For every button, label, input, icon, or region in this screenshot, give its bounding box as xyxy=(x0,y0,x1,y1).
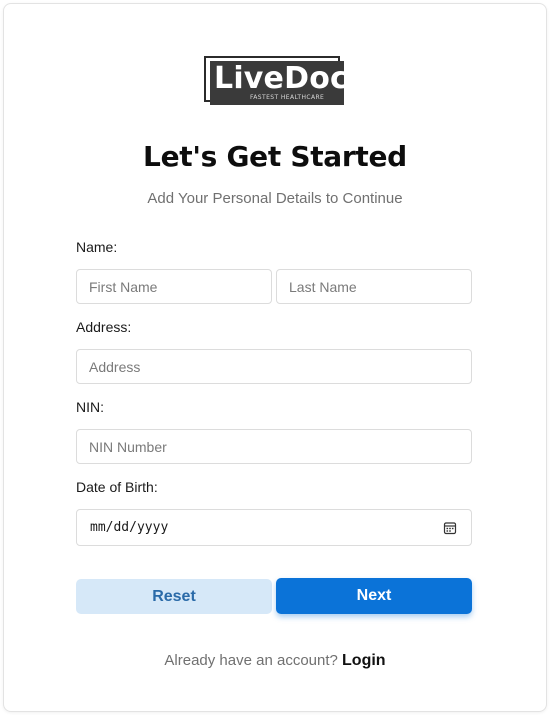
dob-date-input[interactable]: mm/dd/yyyy xyxy=(76,509,472,546)
last-name-input[interactable] xyxy=(276,269,472,304)
login-prompt: Already have an account? Login xyxy=(0,652,550,670)
page-title: Let's Get Started xyxy=(143,140,407,173)
dob-label: Date of Birth: xyxy=(76,479,158,495)
login-prompt-text: Already have an account? xyxy=(164,652,338,669)
page-subtitle: Add Your Personal Details to Continue xyxy=(147,190,403,207)
livedoc-logo: LiveDoc FASTEST HEALTHCARE xyxy=(204,56,348,106)
nin-input[interactable] xyxy=(76,429,472,464)
address-input[interactable] xyxy=(76,349,472,384)
name-label: Name: xyxy=(76,239,118,255)
login-link[interactable]: Login xyxy=(342,652,386,669)
dob-date-text: mm/dd/yyyy xyxy=(90,520,169,535)
address-label: Address: xyxy=(76,319,132,335)
nin-label: NIN: xyxy=(76,399,104,415)
reset-button[interactable]: Reset xyxy=(76,579,272,614)
calendar-icon[interactable] xyxy=(443,521,457,535)
logo-tagline: FASTEST HEALTHCARE xyxy=(250,94,325,101)
first-name-input[interactable] xyxy=(76,269,272,304)
next-button[interactable]: Next xyxy=(276,578,472,614)
logo-brand-text: LiveDoc xyxy=(214,61,348,96)
